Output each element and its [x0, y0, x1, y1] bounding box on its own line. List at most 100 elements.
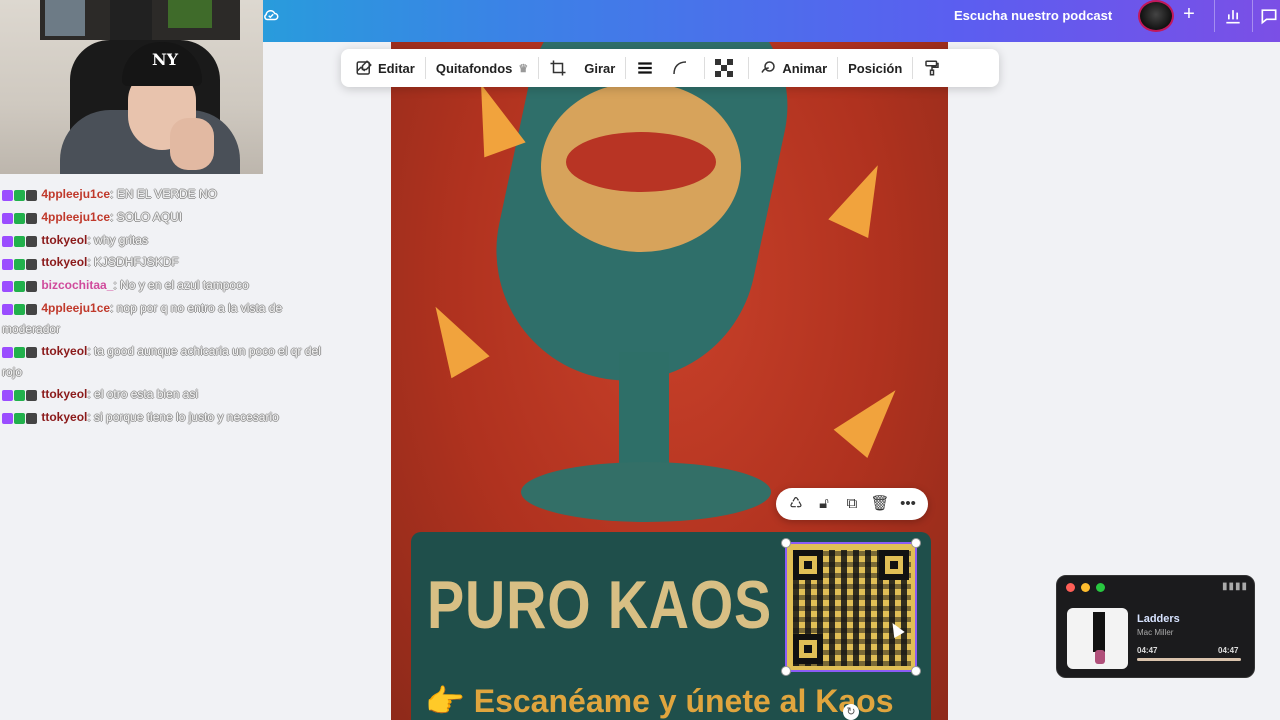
user-badges	[2, 253, 38, 273]
badge-icon	[2, 304, 13, 316]
animate-icon	[761, 61, 776, 73]
copy-style-button[interactable]	[917, 53, 952, 83]
webcam-hand	[170, 118, 214, 170]
crown-icon: ♛	[518, 62, 529, 75]
bg-remover-label: Quitafondos	[435, 60, 513, 76]
qr-finder	[879, 550, 909, 580]
webcam-wall-poster	[168, 0, 212, 28]
progress-bar[interactable]	[1137, 658, 1241, 661]
badge-icon	[2, 412, 13, 424]
user-badges	[2, 208, 38, 228]
badge-icon	[14, 304, 25, 316]
chat-text: : si porque tiene lo justo y necesario	[87, 409, 279, 424]
bar-chart-icon	[1226, 10, 1240, 24]
badge-icon	[14, 190, 25, 202]
user-badges	[2, 185, 38, 205]
crop-button[interactable]	[543, 53, 578, 83]
badge-icon	[14, 347, 25, 359]
chat-username[interactable]: ttokyeol	[41, 410, 87, 424]
song-artist: Mac Miller	[1137, 628, 1174, 637]
chat-message: ttokyeol: why gritas	[0, 230, 340, 251]
resize-handle-bottom-right[interactable]	[911, 666, 921, 676]
chat-username[interactable]: ttokyeol	[41, 387, 87, 401]
chat-username[interactable]: 4ppleeju1ce	[41, 187, 110, 201]
equalizer-icon: ▮▮▮▮	[1222, 581, 1249, 592]
edit-button[interactable]: Editar	[349, 53, 421, 83]
more-options-icon[interactable]: •••	[898, 494, 918, 514]
image-edit-icon	[356, 60, 372, 75]
qr-finder	[793, 634, 823, 664]
resize-handle-bottom-left[interactable]	[781, 666, 791, 676]
rotate-handle[interactable]: ↻	[843, 704, 859, 720]
duplicate-icon[interactable]: ⧉	[842, 494, 862, 514]
badge-icon	[26, 412, 37, 424]
comment-add-icon[interactable]: ♺	[786, 494, 806, 514]
rotate-button[interactable]: Girar	[578, 53, 621, 83]
corner-rounding-button[interactable]	[665, 53, 700, 83]
chat-username[interactable]: ttokyeol	[41, 255, 87, 269]
qr-code-image[interactable]	[781, 538, 921, 676]
badge-icon	[14, 412, 25, 424]
badge-icon	[26, 258, 37, 270]
chat-text: : SOLO AQUI	[110, 209, 183, 224]
paint-roller-icon	[925, 60, 940, 76]
border-style-icon	[638, 62, 653, 74]
border-style-button[interactable]	[630, 53, 665, 83]
transparency-icon	[715, 59, 734, 77]
music-player-widget: ▮▮▮▮ Ladders Mac Miller 04:47 04:47	[1056, 575, 1255, 678]
bg-remover-button[interactable]: Quitafondos ♛	[430, 53, 534, 83]
badge-icon	[26, 304, 37, 316]
toolbar-divider	[837, 57, 839, 79]
microphone-mouth-inner	[566, 132, 716, 192]
chat-username[interactable]: 4ppleeju1ce	[41, 210, 110, 224]
window-zoom-button[interactable]	[1096, 583, 1105, 592]
chat-username[interactable]: ttokyeol	[41, 344, 87, 358]
chat-username[interactable]: 4ppleeju1ce	[41, 301, 110, 315]
chat-message: ttokyeol: ta good aunque achicaria un po…	[0, 341, 340, 382]
comment-button[interactable]	[1252, 0, 1280, 32]
chat-message: 4ppleeju1ce: SOLO AQUI	[0, 207, 340, 228]
chat-username[interactable]: bizcochitaa_	[41, 278, 113, 292]
song-title: Ladders	[1137, 613, 1180, 625]
podcast-link[interactable]: Escucha nuestro podcast	[954, 8, 1112, 23]
corner-radius-icon	[673, 61, 687, 75]
badge-icon	[14, 212, 25, 224]
lock-icon[interactable]: 🔓︎	[814, 494, 834, 514]
badge-icon	[26, 212, 37, 224]
add-collaborator-button[interactable]: +	[1178, 3, 1200, 25]
badge-icon	[14, 258, 25, 270]
stats-button[interactable]	[1214, 0, 1250, 32]
badge-icon	[2, 258, 13, 270]
comment-icon	[1261, 9, 1277, 25]
microphone-base	[521, 462, 771, 522]
user-badges	[2, 342, 38, 362]
badge-icon	[2, 389, 13, 401]
resize-handle-top-left[interactable]	[781, 538, 791, 548]
webcam-wall-poster	[110, 0, 152, 40]
resize-handle-top-right[interactable]	[911, 538, 921, 548]
image-toolbar: Editar Quitafondos ♛ Girar Animar Posici…	[341, 49, 999, 87]
chat-message: ttokyeol: el otro esta bien asi	[0, 384, 340, 405]
position-button[interactable]: Posición	[842, 53, 908, 83]
toolbar-divider	[912, 57, 914, 79]
avatar[interactable]	[1138, 0, 1174, 32]
chat-text: : el otro esta bien asi	[87, 386, 199, 401]
animate-button[interactable]: Animar	[753, 53, 833, 83]
window-minimize-button[interactable]	[1081, 583, 1090, 592]
position-label: Posición	[848, 60, 903, 76]
edit-label: Editar	[378, 60, 415, 76]
chat-message: ttokyeol: si porque tiene lo justo y nec…	[0, 407, 340, 428]
chat-username[interactable]: ttokyeol	[41, 233, 87, 247]
album-cover-figure	[1095, 650, 1105, 664]
poster-subtitle[interactable]: 👉 Escanéame y únete al Kaos	[425, 682, 894, 720]
cloud-save-icon[interactable]	[262, 6, 280, 24]
trash-icon[interactable]: 🗑︎	[870, 494, 890, 514]
badge-icon	[26, 389, 37, 401]
crop-icon	[550, 60, 566, 76]
poster-title[interactable]: PURO KAOS	[427, 566, 772, 644]
album-cover	[1067, 608, 1128, 669]
window-close-button[interactable]	[1066, 583, 1075, 592]
user-badges	[2, 385, 38, 405]
transparency-button[interactable]	[709, 53, 744, 83]
badge-icon	[2, 235, 13, 247]
